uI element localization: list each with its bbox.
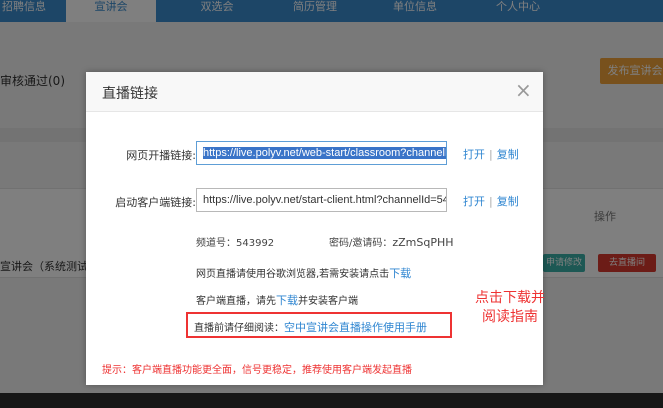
web-copy-link[interactable]: 复制 [497, 148, 519, 161]
client-link-label: 启动客户端链接: [115, 196, 196, 209]
annotation-callout: 点击下载并 阅读指南 [466, 289, 554, 327]
client-tip: 客户端直播，请先下载并安装客户端 [196, 292, 358, 308]
web-tip-text: 网页直播请使用谷歌浏览器,若需安装请点击 [196, 269, 390, 280]
guide-tip: 直播前请仔细阅读：空中宣讲会直播操作使用手册 [194, 319, 427, 335]
web-link-value: https://live.polyv.net/web-start/classro… [203, 147, 446, 159]
warning-text: 提示：客户端直播功能更全面，信号更稳定，推荐使用客户端发起直播 [102, 365, 412, 376]
channel-label: 频道号： [196, 238, 236, 249]
live-link-dialog: 直播链接 × 网页开播链接: https://live.polyv.net/we… [86, 72, 543, 385]
channel-value: 543992 [236, 238, 275, 249]
client-link-actions: 打开 | 复制 [463, 193, 519, 209]
dialog-title: 直播链接 [102, 86, 158, 102]
web-link-actions: 打开 | 复制 [463, 146, 519, 162]
client-open-link[interactable]: 打开 [463, 195, 485, 208]
dialog-header: 直播链接 × [86, 72, 543, 112]
channel-number: 频道号：543992 [196, 234, 274, 249]
client-tip-text: 客户端直播，请先 [196, 296, 276, 307]
password-label: 密码/邀请码： [329, 238, 393, 249]
close-icon[interactable]: × [515, 80, 532, 100]
client-link-value: https://live.polyv.net/start-client.html… [203, 194, 447, 206]
download-browser-link[interactable]: 下载 [389, 267, 411, 280]
password: 密码/邀请码：zZmSqPHH [329, 234, 454, 249]
web-tip: 网页直播请使用谷歌浏览器,若需安装请点击下载 [196, 265, 411, 281]
client-copy-link[interactable]: 复制 [497, 195, 519, 208]
separator: | [489, 148, 493, 161]
separator: | [489, 195, 493, 208]
guide-manual-link[interactable]: 空中宣讲会直播操作使用手册 [284, 321, 427, 334]
client-link-field[interactable]: https://live.polyv.net/start-client.html… [196, 188, 447, 212]
web-open-link[interactable]: 打开 [463, 148, 485, 161]
download-client-link[interactable]: 下载 [276, 294, 298, 307]
web-link-field[interactable]: https://live.polyv.net/web-start/classro… [196, 141, 447, 165]
annotation-line-2: 阅读指南 [482, 309, 538, 325]
annotation-line-1: 点击下载并 [475, 290, 545, 306]
password-value: zZmSqPHH [392, 236, 454, 249]
web-link-label: 网页开播链接: [126, 149, 196, 162]
guide-tip-text: 直播前请仔细阅读： [194, 323, 284, 334]
client-tip-suffix: 并安装客户端 [298, 296, 358, 307]
